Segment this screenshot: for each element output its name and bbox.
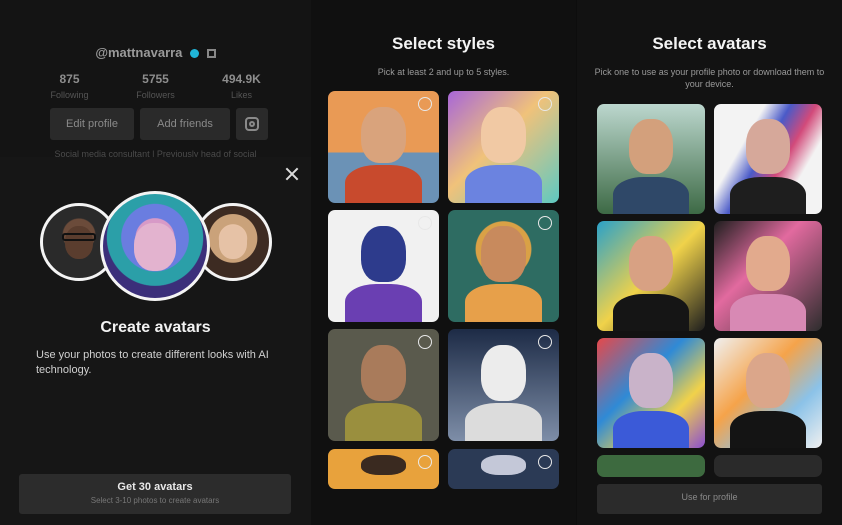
portrait-head xyxy=(746,119,790,175)
styles-title: Select styles xyxy=(391,34,495,53)
handle-text: @mattnavarra xyxy=(95,45,183,60)
portrait-head xyxy=(629,236,673,292)
portrait-head xyxy=(361,106,406,163)
style-tile[interactable] xyxy=(328,91,439,203)
stat-label: Following xyxy=(50,90,89,100)
instagram-icon xyxy=(245,117,259,131)
avatar-tile[interactable] xyxy=(714,338,822,448)
style-tile[interactable] xyxy=(448,449,559,489)
select-circle-icon[interactable] xyxy=(418,455,432,469)
select-avatars-panel: Select avatars Pick one to use as your p… xyxy=(577,0,842,525)
portrait-body xyxy=(613,410,689,448)
select-styles-panel: Select styles Pick at least 2 and up to … xyxy=(311,0,576,525)
portrait-body xyxy=(730,410,806,448)
avatar-tile[interactable] xyxy=(714,221,822,331)
add-friends-button[interactable]: Add friends xyxy=(140,108,230,140)
portrait-head xyxy=(361,225,406,282)
cta-label: Get 30 avatars xyxy=(117,481,193,493)
avatar-tile[interactable] xyxy=(597,104,705,214)
avatars-title: Select avatars xyxy=(652,34,767,53)
stat-label: Likes xyxy=(230,90,252,100)
select-circle-icon[interactable] xyxy=(538,455,552,469)
portrait-head xyxy=(361,454,406,475)
portrait-body xyxy=(344,283,423,322)
portrait-body xyxy=(344,164,423,203)
select-circle-icon[interactable] xyxy=(418,216,432,230)
select-circle-icon[interactable] xyxy=(538,335,552,349)
portrait-body xyxy=(613,293,689,331)
portrait-body xyxy=(464,283,543,322)
select-circle-icon[interactable] xyxy=(538,97,552,111)
use-for-profile-button[interactable]: Use for profile xyxy=(597,484,822,514)
profile-stats: 875 Following 5755 Followers 494.9K Like… xyxy=(0,72,311,100)
stat-label: Followers xyxy=(136,90,175,100)
close-icon[interactable] xyxy=(285,167,299,181)
style-tile[interactable] xyxy=(448,91,559,203)
portrait-head xyxy=(481,344,526,401)
sample-avatar-center xyxy=(100,191,210,301)
verified-badge-icon xyxy=(190,49,200,59)
stat-value: 5755 xyxy=(142,72,169,86)
face-shape xyxy=(134,223,176,271)
portrait-body xyxy=(730,293,806,331)
portrait-body xyxy=(464,402,543,441)
stat-following[interactable]: 875 Following xyxy=(27,72,113,100)
get-avatars-button[interactable]: Get 30 avatars Select 3-10 photos to cre… xyxy=(19,474,291,514)
sheet-description: Use your photos to create different look… xyxy=(36,349,269,376)
stat-value: 875 xyxy=(59,72,80,86)
style-tile[interactable] xyxy=(448,210,559,322)
create-avatars-sheet: Create avatars Use your photos to create… xyxy=(0,157,311,525)
avatar-tile[interactable] xyxy=(714,455,822,477)
face-shape xyxy=(64,226,94,260)
sheet-title: Create avatars xyxy=(100,319,211,336)
select-circle-icon[interactable] xyxy=(418,335,432,349)
avatar-tile[interactable] xyxy=(597,221,705,331)
style-tile[interactable] xyxy=(328,449,439,489)
instagram-button[interactable] xyxy=(236,108,268,140)
glasses-shape xyxy=(61,233,97,241)
edit-profile-button[interactable]: Edit profile xyxy=(50,108,134,140)
face-shape xyxy=(218,226,248,260)
portrait-head xyxy=(481,106,526,163)
portrait-body xyxy=(613,176,689,214)
portrait-head xyxy=(629,353,673,409)
stat-value: 494.9K xyxy=(222,72,261,86)
app-stage: @mattnavarra 875 Following 5755 Follower… xyxy=(0,0,842,525)
avatar-tile[interactable] xyxy=(597,455,705,477)
avatar-tile[interactable] xyxy=(714,104,822,214)
cta-sublabel: Select 3-10 photos to create avatars xyxy=(90,496,220,505)
portrait-body xyxy=(730,176,806,214)
select-circle-icon[interactable] xyxy=(418,97,432,111)
portrait-head xyxy=(746,236,790,292)
portrait-head xyxy=(361,344,406,401)
style-tile[interactable] xyxy=(448,329,559,441)
select-circle-icon[interactable] xyxy=(538,216,552,230)
profile-actions: Edit profile Add friends xyxy=(50,108,268,140)
portrait-head xyxy=(629,119,673,175)
portrait-body xyxy=(464,164,543,203)
style-tile[interactable] xyxy=(328,210,439,322)
portrait-head xyxy=(746,353,790,409)
profile-handle: @mattnavarra xyxy=(0,45,311,60)
profile-panel: @mattnavarra 875 Following 5755 Follower… xyxy=(0,0,311,525)
portrait-body xyxy=(344,402,423,441)
styles-subtitle: Pick at least 2 and up to 5 styles. xyxy=(377,67,510,77)
stat-likes[interactable]: 494.9K Likes xyxy=(199,72,285,100)
avatar-tile[interactable] xyxy=(597,338,705,448)
portrait-head xyxy=(481,454,526,475)
avatars-subtitle: Pick one to use as your profile photo or… xyxy=(594,67,825,89)
style-tile[interactable] xyxy=(328,329,439,441)
qr-code-icon[interactable] xyxy=(206,49,216,59)
portrait-head xyxy=(481,225,526,282)
profile-header: @mattnavarra 875 Following 5755 Follower… xyxy=(0,0,311,160)
stat-followers[interactable]: 5755 Followers xyxy=(113,72,199,100)
